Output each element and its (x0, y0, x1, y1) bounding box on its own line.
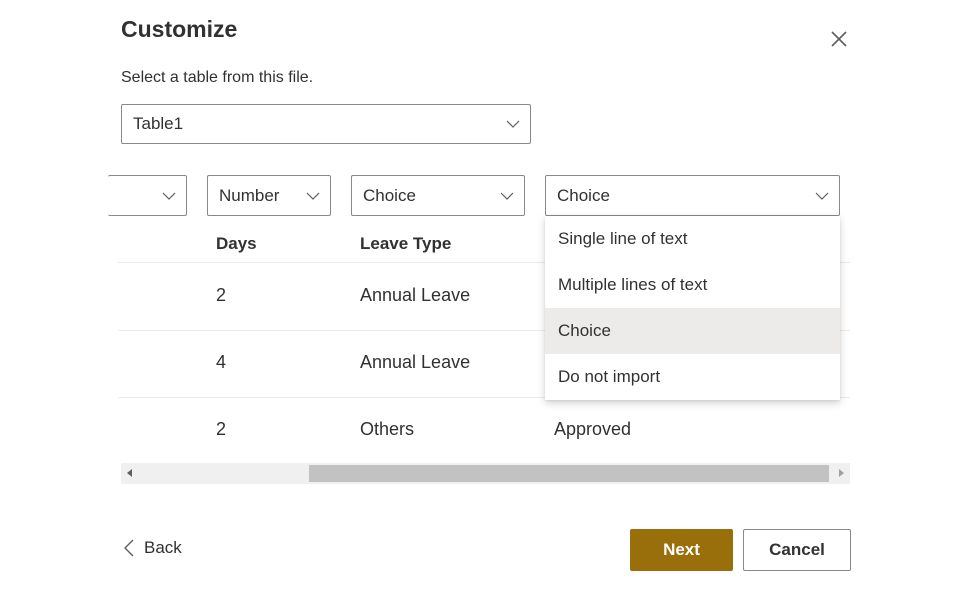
back-label: Back (144, 538, 182, 557)
close-button[interactable] (828, 28, 850, 50)
column-type-select-days[interactable]: Number (207, 175, 331, 216)
cell-days: 2 (216, 285, 227, 305)
cancel-button[interactable]: Cancel (743, 529, 851, 571)
table-select[interactable]: Table1 (121, 104, 531, 144)
dropdown-option-multiple-lines[interactable]: Multiple lines of text (545, 262, 840, 308)
next-button[interactable]: Next (630, 529, 733, 571)
back-button[interactable]: Back (124, 538, 182, 558)
horizontal-scrollbar[interactable] (121, 463, 850, 484)
column-type-select[interactable] (108, 175, 187, 216)
chevron-down-icon (162, 192, 176, 200)
chevron-down-icon (500, 192, 514, 200)
dialog-subtitle: Select a table from this file. (121, 69, 314, 86)
cell-leave-type: Annual Leave (360, 352, 471, 372)
column-header-days: Days (216, 234, 257, 253)
cell-status: Approved (554, 419, 632, 439)
chevron-down-icon (306, 192, 320, 200)
table-select-value: Table1 (133, 114, 184, 133)
column-header-leave-type: Leave Type (360, 234, 452, 253)
chevron-down-icon (815, 192, 829, 200)
cell-days: 4 (216, 352, 227, 372)
cell-leave-type: Others (360, 419, 415, 439)
dialog-title: Customize (121, 16, 238, 42)
scroll-left-arrow-icon[interactable] (127, 469, 132, 477)
cell-days: 2 (216, 419, 227, 439)
scrollbar-thumb[interactable] (309, 465, 829, 482)
dropdown-option-choice[interactable]: Choice (545, 308, 840, 354)
dropdown-option-do-not-import[interactable]: Do not import (545, 354, 840, 400)
close-icon (831, 31, 847, 47)
column-type-select-status[interactable]: Choice (545, 175, 840, 216)
column-type-value: Number (219, 185, 280, 205)
dropdown-option-single-line[interactable]: Single line of text (545, 216, 840, 262)
table-row: 2 Others Approved (118, 397, 850, 464)
column-type-dropdown-menu: Single line of text Multiple lines of te… (545, 216, 840, 400)
column-type-select-leave-type[interactable]: Choice (351, 175, 525, 216)
chevron-down-icon (506, 120, 520, 128)
cell-leave-type: Annual Leave (360, 285, 471, 305)
chevron-left-icon (124, 539, 134, 557)
scroll-right-arrow-icon[interactable] (839, 469, 844, 477)
column-type-value: Choice (557, 185, 610, 205)
column-type-value: Choice (363, 185, 416, 205)
